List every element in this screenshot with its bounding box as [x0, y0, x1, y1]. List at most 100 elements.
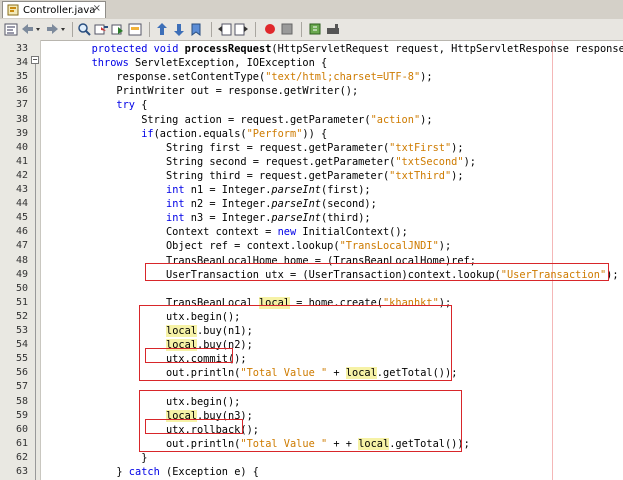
code-line: Object ref = context.lookup("TransLocalJ… [42, 239, 451, 253]
toolbar-separator [149, 22, 150, 37]
uncomment-icon[interactable] [326, 22, 341, 37]
back-icon[interactable] [20, 22, 42, 37]
code-token: String first = request.getParameter( [42, 141, 390, 154]
line-number: 59 [15, 409, 28, 421]
line-number: 38 [15, 113, 28, 125]
code-token: String second = request.getParameter( [42, 155, 396, 168]
toggle-bookmark-icon[interactable] [189, 22, 204, 37]
line-number: 35 [15, 71, 28, 83]
code-token: (HttpServletRequest request, HttpServlet… [271, 43, 623, 55]
code-line: String third = request.getParameter("txt… [42, 169, 464, 183]
code-token: (Exception e) { [159, 466, 259, 478]
line-number: 53 [15, 325, 28, 336]
prev-bookmark-icon[interactable] [155, 22, 170, 37]
code-token: "action" [370, 113, 421, 126]
find-next-icon[interactable] [111, 22, 126, 37]
code-token: (first); [321, 184, 371, 196]
shift-left-icon[interactable] [217, 22, 232, 37]
shift-right-icon[interactable] [234, 22, 249, 37]
line-number: 40 [15, 141, 28, 153]
line-number: 63 [15, 466, 28, 477]
code-token: protected void [91, 43, 185, 55]
code-line: PrintWriter out = response.getWriter(); [42, 84, 358, 98]
find-selection-icon[interactable] [128, 22, 143, 37]
comment-icon[interactable] [309, 22, 324, 37]
code-line: } [42, 451, 147, 465]
code-line: try { [42, 98, 147, 112]
close-tab-icon[interactable]: × [93, 3, 101, 14]
line-number: 58 [15, 395, 28, 407]
code-line: int n2 = Integer.parseInt(second); [42, 197, 377, 211]
code-line: protected void processRequest(HttpServle… [42, 42, 623, 56]
code-line: if(action.equals("Perform")) { [42, 127, 327, 141]
java-file-icon [7, 4, 19, 16]
line-number: 51 [15, 296, 28, 308]
code-token: "txtFirst" [389, 141, 452, 154]
annotation-box-rollback [145, 419, 243, 434]
tab-label: Controller.java [23, 4, 96, 16]
code-line: String first = request.getParameter("txt… [42, 141, 464, 155]
code-token: ); [438, 240, 452, 253]
find-icon[interactable] [77, 22, 92, 37]
annotation-box-commit-block [139, 305, 452, 381]
code-token: catch [128, 466, 160, 478]
fold-toggle-icon[interactable]: − [31, 56, 39, 64]
code-token: response.setContentType( [42, 71, 266, 84]
fold-guide [35, 64, 36, 480]
code-line: int n3 = Integer.parseInt(third); [42, 211, 371, 225]
macro-record-icon[interactable] [263, 22, 278, 37]
annotation-box-commit [145, 348, 233, 363]
toolbar-separator [255, 22, 256, 37]
line-number: 60 [15, 423, 28, 435]
line-number-gutter: 33 34 35 36 37 38 39 40 41 42 43 44 45 46 47 48 49 50 51 52… [0, 40, 41, 480]
code-token: Context context = [42, 226, 278, 239]
code-line: } catch (Exception e) { [42, 465, 259, 479]
code-token: parseInt [271, 184, 322, 196]
line-number: 37 [15, 99, 28, 111]
code-token: String action = request.getParameter( [42, 113, 371, 126]
macro-stop-icon[interactable] [280, 22, 295, 37]
line-number: 47 [15, 240, 28, 252]
code-token: n3 = Integer. [184, 212, 272, 225]
code-token: ); [463, 155, 476, 168]
line-number: 56 [15, 367, 28, 379]
code-token: ); [451, 169, 464, 182]
code-token: { [135, 99, 148, 112]
line-number: 45 [15, 212, 28, 224]
line-number: 46 [15, 226, 28, 238]
toolbar-separator [211, 22, 212, 37]
code-token: PrintWriter out = response.getWriter(); [42, 85, 359, 98]
code-line: int n1 = Integer.parseInt(first); [42, 183, 371, 197]
editor-toolbar [0, 19, 623, 41]
code-token: } [42, 451, 148, 464]
find-prev-icon[interactable] [94, 22, 109, 37]
line-number: 50 [15, 282, 28, 294]
code-token: try [116, 99, 136, 112]
toolbar-separator [301, 22, 302, 37]
line-number: 43 [15, 184, 28, 195]
code-line: throws ServletException, IOException { [42, 56, 328, 70]
next-bookmark-icon[interactable] [172, 22, 187, 37]
line-number: 61 [15, 437, 28, 449]
line-number: 36 [15, 85, 28, 97]
code-token: parseInt [271, 212, 322, 225]
code-token: "TransLocalJNDI" [339, 240, 439, 253]
line-number: 62 [15, 451, 28, 463]
code-token: (second); [321, 198, 377, 211]
forward-icon[interactable] [45, 22, 67, 37]
source-icon[interactable] [4, 22, 19, 37]
line-number: 34 [15, 57, 28, 69]
code-line: String second = request.getParameter("tx… [42, 155, 476, 169]
tab-controller-java[interactable]: Controller.java × [2, 1, 106, 18]
editor-tab-bar: Controller.java × [0, 0, 623, 20]
line-number: 55 [15, 353, 28, 365]
code-token: new [277, 226, 297, 239]
code-token: ); [420, 71, 433, 84]
code-token: processRequest [184, 43, 272, 55]
line-number: 49 [15, 268, 28, 280]
